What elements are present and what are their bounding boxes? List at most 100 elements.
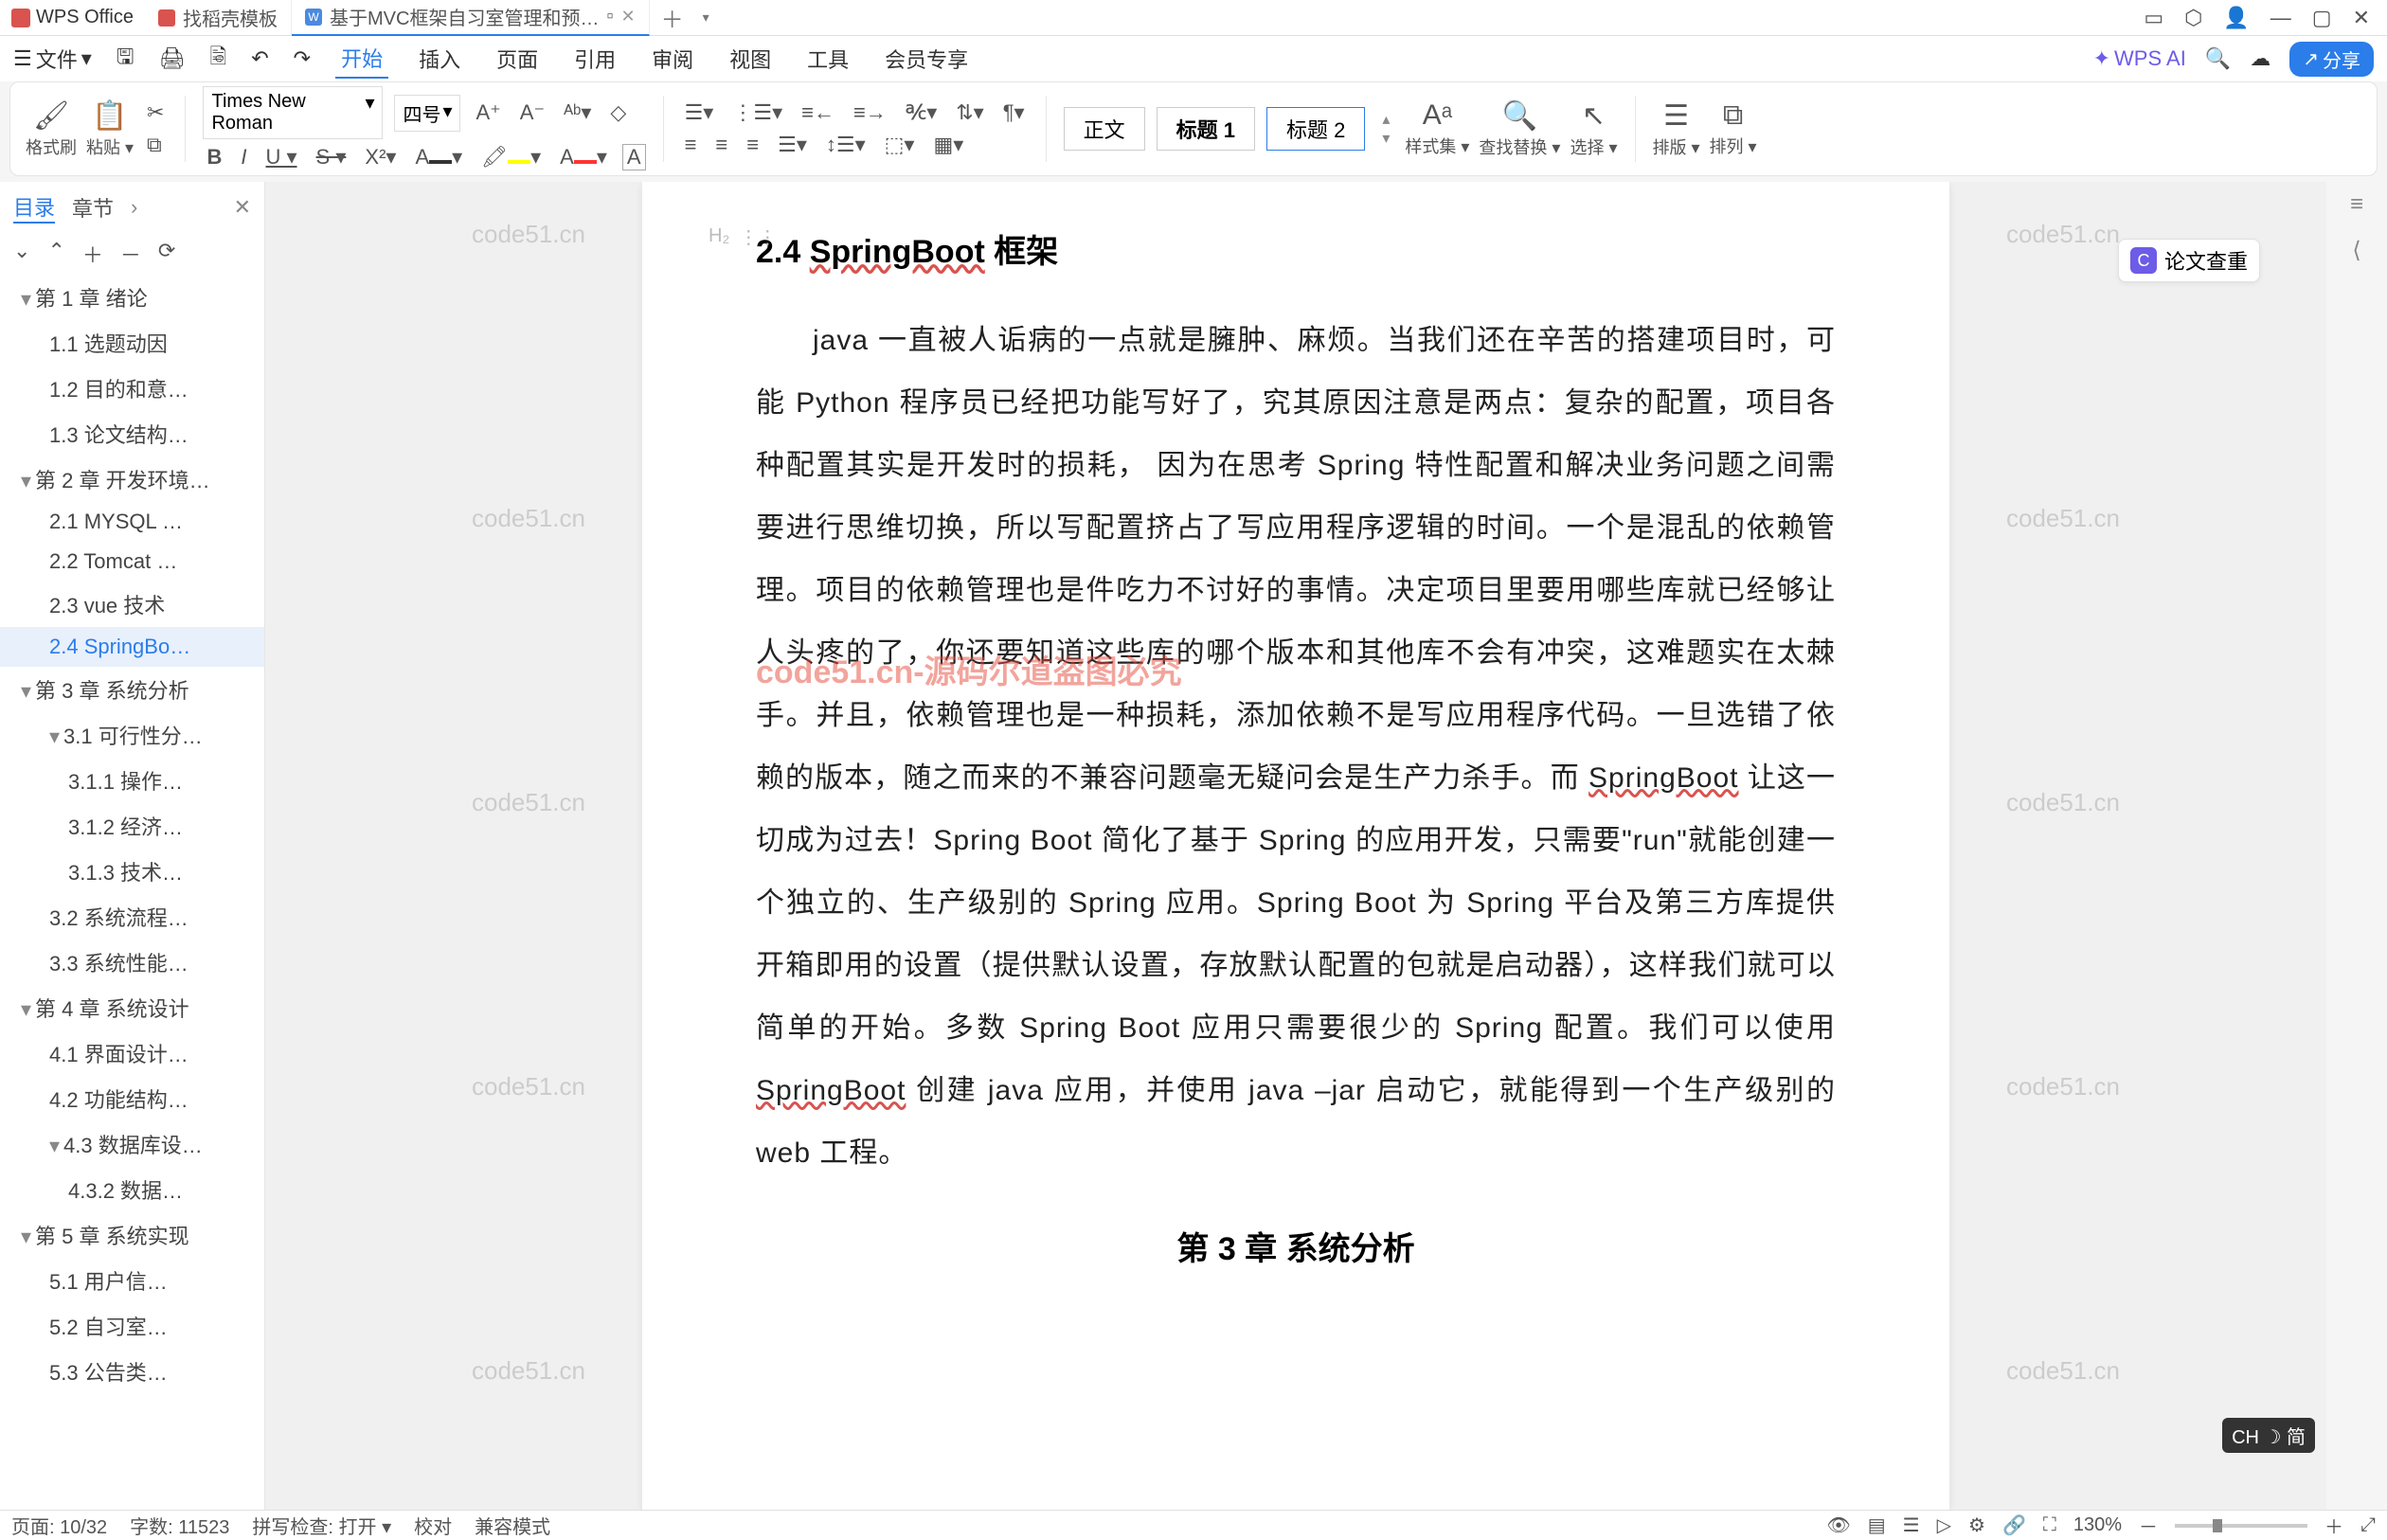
collapse-icon[interactable]: ⌄ xyxy=(13,239,30,269)
text-effect-button[interactable]: A▾ xyxy=(556,143,611,171)
menu-tools[interactable]: 工具 xyxy=(801,40,854,78)
remove-icon[interactable]: － xyxy=(120,239,141,269)
zoom-slider[interactable] xyxy=(2175,1524,2307,1528)
superscript-button[interactable]: X²▾ xyxy=(361,143,400,171)
maximize-button[interactable]: ▢ xyxy=(2312,6,2332,30)
rail-collapse-icon[interactable]: ≡ xyxy=(2350,191,2363,218)
number-list-icon[interactable]: ⋮☰▾ xyxy=(728,98,786,127)
menu-insert[interactable]: 插入 xyxy=(413,40,466,78)
tree-item[interactable]: 3.2 系统流程… xyxy=(0,894,264,940)
increase-font-icon[interactable]: A⁺ xyxy=(472,98,504,127)
view-settings-icon[interactable]: ⚙ xyxy=(1968,1513,1985,1537)
font-select[interactable]: Times New Roman▾ xyxy=(203,86,383,139)
phonetic-icon[interactable]: ᴬᵇ▾ xyxy=(560,98,595,127)
tree-item[interactable]: ▾第 5 章 系统实现 xyxy=(0,1212,264,1258)
style-body[interactable]: 正文 xyxy=(1064,107,1145,151)
undo-icon[interactable]: ↶ xyxy=(251,46,268,71)
italic-button[interactable]: I xyxy=(237,143,250,171)
tree-item[interactable]: 5.2 自习室… xyxy=(0,1303,264,1349)
document-viewport[interactable]: H₂⋮⋮ 2.4 SpringBoot 框架 java 一直被人诟病的一点就是臃… xyxy=(265,182,2326,1510)
align-right-icon[interactable]: ≡ xyxy=(743,131,763,159)
add-icon[interactable]: ＋ xyxy=(82,239,103,269)
tree-item[interactable]: ▾3.1 可行性分… xyxy=(0,712,264,758)
tree-item[interactable]: ▾第 4 章 系统设计 xyxy=(0,985,264,1030)
tree-item[interactable]: 1.1 选题动因 xyxy=(0,320,264,366)
align-center-icon[interactable]: ≡ xyxy=(711,131,731,159)
border-icon[interactable]: ▦▾ xyxy=(929,131,967,159)
tree-item[interactable]: 1.2 目的和意… xyxy=(0,366,264,411)
sidebar-tab-chapters[interactable]: 章节 xyxy=(72,192,114,223)
tree-item[interactable]: 3.1.3 技术… xyxy=(0,849,264,894)
status-spellcheck[interactable]: 拼写检查: 打开 ▾ xyxy=(252,1512,391,1539)
tree-item[interactable]: 2.2 Tomcat … xyxy=(0,542,264,582)
tab-dropdown-icon[interactable]: ▾ xyxy=(695,9,717,26)
menu-file[interactable]: ☰ 文件 ▾ xyxy=(13,44,92,74)
view-link-icon[interactable]: 🔗 xyxy=(2002,1513,2026,1537)
status-compat[interactable]: 兼容模式 xyxy=(475,1512,550,1539)
cut-icon[interactable]: ✂ xyxy=(143,98,168,127)
align-left-icon[interactable]: ≡ xyxy=(681,131,701,159)
avatar-icon[interactable]: 👤 xyxy=(2223,6,2249,30)
status-words[interactable]: 字数: 11523 xyxy=(130,1512,229,1539)
view-eye-icon[interactable]: 👁 xyxy=(1826,1513,1850,1537)
tree-item[interactable]: 2.3 vue 技术 xyxy=(0,582,264,627)
tree-item[interactable]: 3.3 系统性能… xyxy=(0,940,264,985)
drag-handle-icon[interactable]: ⋮⋮ xyxy=(739,225,777,249)
new-tab-button[interactable]: ＋ xyxy=(650,1,695,34)
tree-item[interactable]: 3.1.2 经济… xyxy=(0,803,264,849)
sidebar-close-icon[interactable]: ✕ xyxy=(234,195,251,220)
arrange-group[interactable]: ☰ 排版 ▾ xyxy=(1653,99,1700,159)
menu-review[interactable]: 审阅 xyxy=(646,40,699,78)
print-icon[interactable]: 🖨 xyxy=(159,46,186,71)
paste-group[interactable]: 📋 粘贴 ▾ xyxy=(86,99,134,159)
share-button[interactable]: ↗ 分享 xyxy=(2289,42,2374,77)
tab-template[interactable]: 找稻壳模板 xyxy=(145,0,292,36)
thesis-check-button[interactable]: C 论文查重 xyxy=(2118,239,2260,282)
zoom-value[interactable]: 130% xyxy=(2073,1514,2122,1536)
outline-tree[interactable]: ▾第 1 章 绪论1.1 选题动因1.2 目的和意…1.3 论文结构…▾第 2 … xyxy=(0,275,264,1510)
search-icon[interactable]: 🔍 xyxy=(2205,46,2231,71)
print-preview-icon[interactable]: 🗟 xyxy=(209,41,226,77)
align-justify-icon[interactable]: ☰▾ xyxy=(774,131,811,159)
menu-member[interactable]: 会员专享 xyxy=(879,40,974,78)
style-heading1[interactable]: 标题 1 xyxy=(1157,107,1255,151)
view-play-icon[interactable]: ▷ xyxy=(1937,1513,1951,1537)
view-fullscreen-icon[interactable]: ⛶ xyxy=(2043,1514,2056,1536)
bold-button[interactable]: B xyxy=(203,143,225,171)
text-direction-icon[interactable]: ℀▾ xyxy=(902,98,941,127)
tab-document[interactable]: W 基于MVC框架自习室管理和预… ▫ ✕ xyxy=(292,0,650,36)
status-page[interactable]: 页面: 10/32 xyxy=(11,1512,107,1539)
sort-icon[interactable]: ⇅▾ xyxy=(952,98,987,127)
decrease-font-icon[interactable]: A⁻ xyxy=(516,98,548,127)
tree-item[interactable]: 4.1 界面设计… xyxy=(0,1030,264,1076)
tree-item[interactable]: 2.1 MYSQL … xyxy=(0,502,264,542)
fit-screen-icon[interactable]: ⤢ xyxy=(2360,1514,2376,1536)
app-logo[interactable]: WPS Office xyxy=(0,7,145,28)
select-group[interactable]: ↖ 选择 ▾ xyxy=(1570,99,1617,159)
underline-button[interactable]: U ▾ xyxy=(262,143,301,171)
highlight-button[interactable]: 🖍▾ xyxy=(477,143,545,171)
style-more-icon[interactable]: ▴▾ xyxy=(1376,110,1395,148)
tree-item[interactable]: 4.2 功能结构… xyxy=(0,1076,264,1121)
tree-item[interactable]: 1.3 论文结构… xyxy=(0,411,264,457)
tree-item[interactable]: 2.4 SpringBo… xyxy=(0,627,264,667)
wps-ai-button[interactable]: ✦ WPS AI xyxy=(2093,46,2186,71)
tree-item[interactable]: 3.1.1 操作… xyxy=(0,758,264,803)
cloud-icon[interactable]: ☁ xyxy=(2250,46,2270,71)
char-border-button[interactable]: A xyxy=(622,144,646,170)
menu-page[interactable]: 页面 xyxy=(491,40,544,78)
copy-icon[interactable]: ⧉ xyxy=(143,131,168,159)
rail-expand-icon[interactable]: ⟨ xyxy=(2352,237,2360,264)
status-proof[interactable]: 校对 xyxy=(414,1512,452,1539)
increase-indent-icon[interactable]: ≡→ xyxy=(850,98,890,127)
cube-icon[interactable]: ⬡ xyxy=(2184,6,2202,30)
tab-close-icon[interactable]: ✕ xyxy=(621,7,636,27)
heading-marker-icon[interactable]: H₂ xyxy=(709,225,729,249)
save-icon[interactable]: 🖫 xyxy=(117,41,135,77)
zoom-in-icon[interactable]: ＋ xyxy=(2324,1512,2343,1539)
decrease-indent-icon[interactable]: ≡← xyxy=(798,98,838,127)
line-spacing-icon[interactable]: ↕☰▾ xyxy=(822,131,870,159)
tree-item[interactable]: 5.1 用户信… xyxy=(0,1258,264,1303)
shading-icon[interactable]: ⬚▾ xyxy=(881,131,919,159)
view-outline-icon[interactable]: ☰ xyxy=(1903,1513,1920,1537)
